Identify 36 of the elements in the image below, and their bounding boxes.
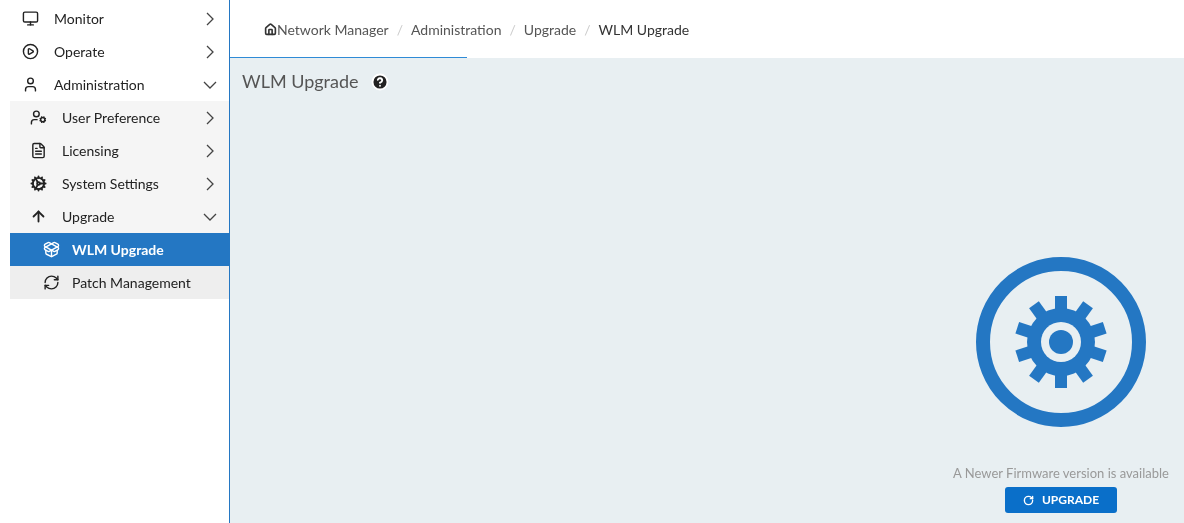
sidebar-item[interactable]: Upgrade <box>10 200 229 233</box>
breadcrumb-item[interactable]: Upgrade <box>523 18 577 40</box>
breadcrumb-separator: / <box>584 19 591 40</box>
arrow-up-icon <box>30 208 47 225</box>
sidebar-item[interactable]: Licensing <box>10 134 229 167</box>
refresh-icon <box>43 274 60 291</box>
chevron-down-icon <box>203 80 217 89</box>
user-gear-icon <box>30 109 47 126</box>
breadcrumb-item: WLM Upgrade <box>598 19 690 40</box>
upgrade-button[interactable]: UPGRADE <box>1005 487 1117 513</box>
breadcrumb-separator: / <box>509 19 516 40</box>
chevron-right-icon <box>206 143 214 158</box>
chevron-down-icon <box>203 212 217 221</box>
gear-icon <box>975 255 1147 428</box>
gear-icon <box>30 175 47 192</box>
sidebar-item[interactable]: System Settings <box>10 167 229 200</box>
refresh-icon <box>1022 494 1034 506</box>
document-icon <box>30 142 47 159</box>
home-icon[interactable] <box>264 22 277 36</box>
sidebar-item[interactable]: User Preference <box>10 101 229 134</box>
chevron-right-icon <box>206 44 214 59</box>
firmware-message: A Newer Firmware version is available <box>953 463 1169 483</box>
box-icon <box>43 241 60 258</box>
breadcrumb-separator: / <box>396 19 403 40</box>
sidebar-item[interactable]: Patch Management <box>10 266 229 299</box>
play-icon <box>22 43 39 60</box>
chevron-right-icon <box>206 11 214 26</box>
breadcrumb-item[interactable]: Administration <box>410 18 502 40</box>
monitor-icon <box>22 10 39 27</box>
breadcrumb-item[interactable]: Network Manager <box>277 18 389 40</box>
chevron-right-icon <box>206 176 214 191</box>
sidebar-item[interactable]: WLM Upgrade <box>10 233 229 266</box>
help-icon[interactable] <box>370 72 389 91</box>
user-icon <box>22 76 39 93</box>
page-title: WLM Upgrade <box>242 69 359 94</box>
chevron-right-icon <box>206 110 214 125</box>
